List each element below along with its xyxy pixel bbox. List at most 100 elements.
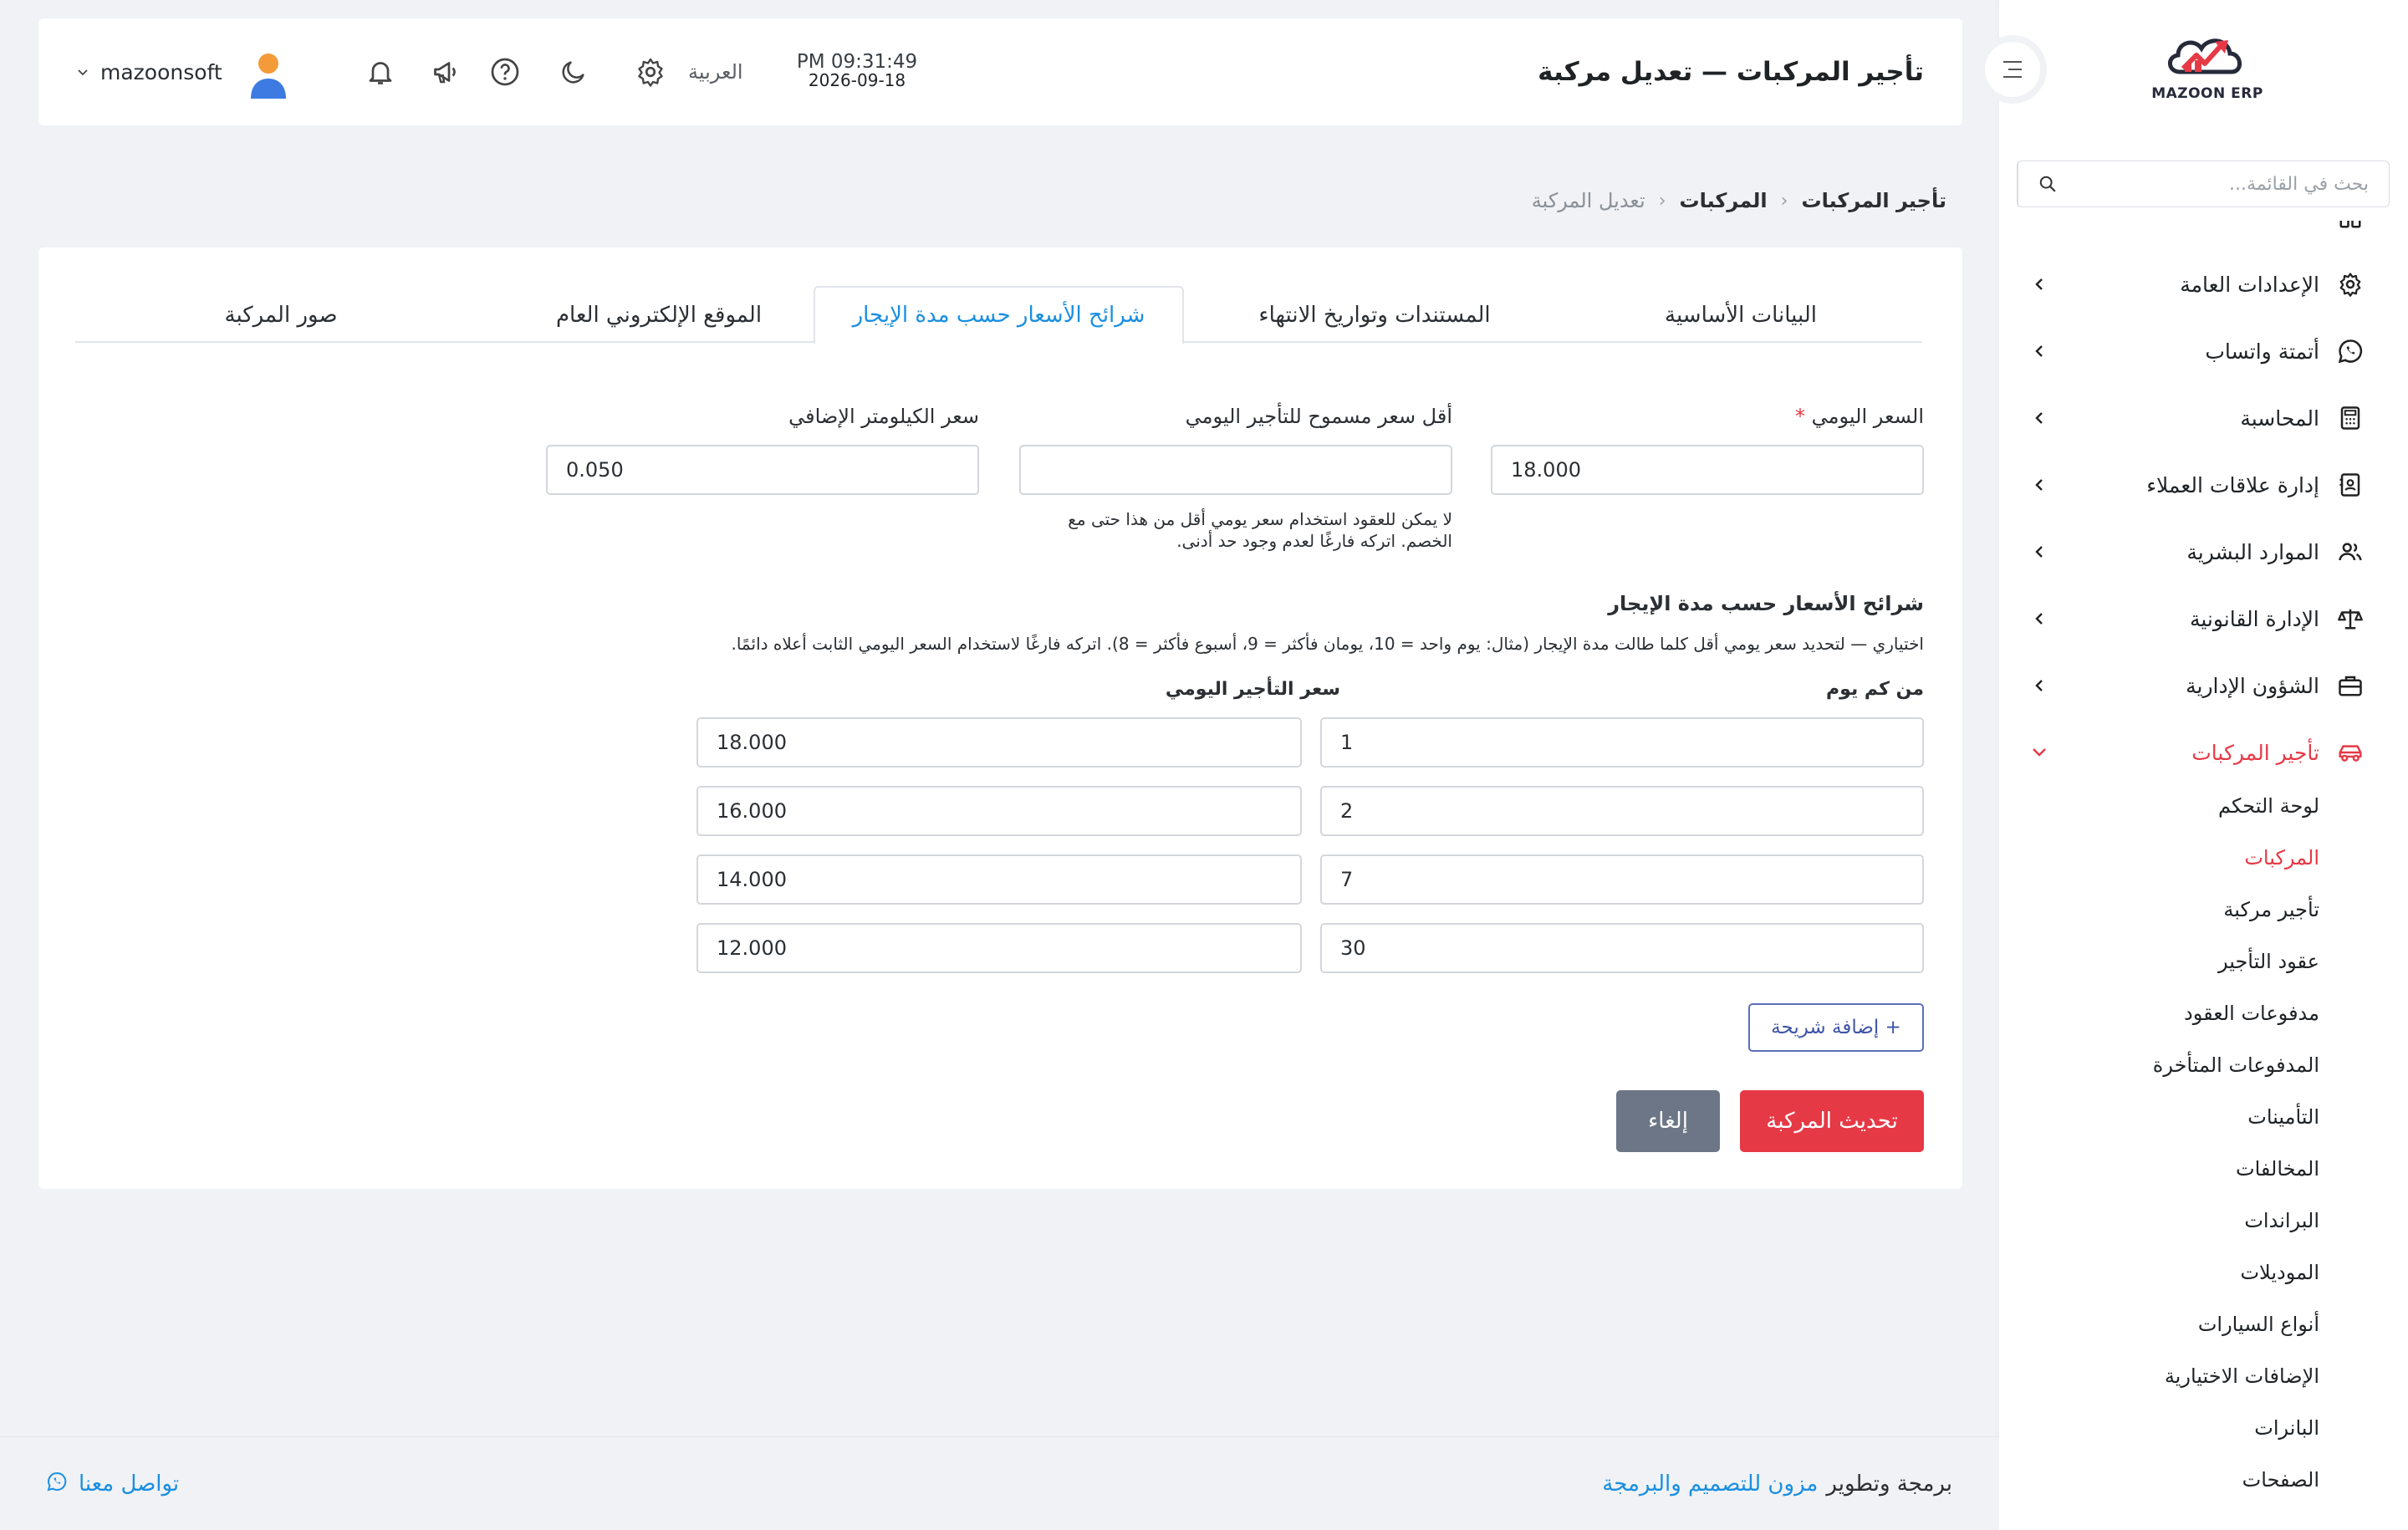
sidebar-item-label: الشؤون الإدارية [2186, 673, 2319, 698]
sidebar-menu: الإعدادات العامة أتمتة واتساب المحاسبة إ… [1999, 221, 2408, 1513]
bell-icon[interactable] [362, 54, 399, 90]
calculator-icon [2336, 404, 2365, 432]
sidebar-item-hr[interactable]: الموارد البشرية [2030, 532, 2365, 572]
tab-bar: البيانات الأساسية المستندات وتواريخ الان… [75, 286, 1922, 344]
sidebar: MAZOON ERP الإعدادات العامة [1978, 0, 2408, 1530]
min-daily-price-hint: لا يمكن للعقود استخدام سعر يومي أقل من ه… [1068, 508, 1452, 552]
submenu-item-banners[interactable]: البانرات [2254, 1416, 2319, 1450]
chevron-left-icon [2030, 609, 2048, 628]
tier-from-days-input[interactable] [1320, 717, 1924, 768]
tier-rate-input[interactable] [696, 717, 1302, 768]
submenu-item-brands[interactable]: البراندات [2244, 1209, 2319, 1242]
sidebar-item-label: الإعدادات العامة [2180, 272, 2319, 297]
chevron-down-icon [2030, 743, 2048, 762]
col-header-from-days: من كم يوم [1826, 679, 1924, 700]
submenu-item-optional-addons[interactable]: الإضافات الاختيارية [2165, 1364, 2319, 1398]
sidebar-item-whatsapp[interactable]: أتمتة واتساب [2030, 331, 2365, 371]
submenu-item-vehicles[interactable]: المركبات [2244, 846, 2319, 880]
language-switcher[interactable]: العربية [688, 18, 743, 125]
breadcrumb-current: تعديل المركبة [1531, 189, 1645, 212]
sidebar-item-home[interactable] [2030, 221, 2365, 237]
submenu-item-models[interactable]: الموديلات [2240, 1261, 2319, 1294]
grid-icon [2336, 221, 2365, 232]
cancel-button[interactable]: إلغاء [1616, 1090, 1720, 1152]
min-daily-price-label: أقل سعر مسموح للتأجير اليومي [1185, 405, 1452, 428]
chevron-left-icon [2030, 409, 2048, 427]
price-tiers-description: اختياري — لتحديد سعر يومي أقل كلما طالت … [731, 634, 1924, 654]
tier-from-days-input[interactable] [1320, 923, 1924, 973]
moon-icon[interactable] [555, 54, 592, 90]
top-header: تأجير المركبات — تعديل مركبة PM 09:31:49… [38, 18, 1962, 125]
contact-us-label: تواصل معنا [79, 1471, 180, 1497]
tab-public-website[interactable]: الموقع الإلكتروني العام [504, 286, 814, 344]
sidebar-item-admin[interactable]: الشؤون الإدارية [2030, 666, 2365, 706]
sidebar-item-label: المحاسبة [2240, 405, 2319, 431]
required-mark: * [1795, 405, 1806, 428]
sidebar-search-input[interactable] [2076, 161, 2389, 207]
min-daily-price-input[interactable] [1019, 445, 1452, 495]
sidebar-item-crm[interactable]: إدارة علاقات العملاء [2030, 465, 2365, 505]
submenu-item-rent-vehicle[interactable]: تأجير مركبة [2223, 898, 2319, 931]
gear-icon [2336, 270, 2365, 298]
tier-rate-input[interactable] [696, 854, 1302, 905]
daily-price-input[interactable] [1491, 445, 1924, 495]
hint-line: الخصم. اتركه فارغًا لعدم وجود حد أدنى. [1176, 531, 1452, 551]
contact-us-link[interactable]: تواصل معنا [47, 1437, 179, 1530]
chevron-left-icon [2030, 476, 2048, 494]
whatsapp-icon [47, 1471, 67, 1497]
users-icon [2336, 538, 2365, 566]
daily-price-label-text: السعر اليومي [1811, 405, 1924, 428]
extra-km-price-label: سعر الكيلومتر الإضافي [788, 405, 979, 428]
submenu-item-car-types[interactable]: أنواع السيارات [2198, 1313, 2319, 1346]
tab-documents-expiry[interactable]: المستندات وتواريخ الانتهاء [1220, 286, 1529, 344]
hint-line: لا يمكن للعقود استخدام سعر يومي أقل من ه… [1068, 509, 1452, 529]
sidebar-item-general-settings[interactable]: الإعدادات العامة [2030, 264, 2365, 304]
tab-vehicle-photos[interactable]: صور المركبة [145, 286, 417, 344]
daily-price-label: السعر اليومي * [1795, 405, 1924, 428]
breadcrumb-root[interactable]: تأجير المركبات [1801, 189, 1946, 212]
page-title: تأجير المركبات — تعديل مركبة [1538, 57, 1924, 87]
extra-km-price-input[interactable] [546, 445, 979, 495]
menu-toggle-icon [2003, 61, 2022, 78]
submenu-item-overdue-payments[interactable]: المدفوعات المتأخرة [2153, 1053, 2319, 1087]
submenu-item-violations[interactable]: المخالفات [2236, 1157, 2319, 1191]
app-logo[interactable]: MAZOON ERP [2149, 30, 2266, 114]
sidebar-toggle-button[interactable] [1978, 35, 2047, 104]
tier-from-days-input[interactable] [1320, 854, 1924, 905]
search-icon[interactable] [2018, 161, 2076, 207]
tab-basic-data[interactable]: البيانات الأساسية [1559, 286, 1922, 344]
tier-rate-input[interactable] [696, 923, 1302, 973]
add-tier-button[interactable]: + إضافة شريحة [1748, 1003, 1924, 1052]
footer-credit: برمجة وتطوير مزون للتصميم والبرمجة [1602, 1437, 1952, 1530]
submenu-item-rental-contracts[interactable]: عقود التأجير [2218, 950, 2319, 983]
breadcrumb-parent[interactable]: المركبات [1680, 189, 1768, 212]
sidebar-item-legal[interactable]: الإدارة القانونية [2030, 599, 2365, 639]
clock-time: PM 09:31:49 [796, 51, 918, 73]
megaphone-icon[interactable] [428, 54, 465, 90]
tier-from-days-input[interactable] [1320, 786, 1924, 836]
avatar[interactable] [247, 52, 289, 99]
sidebar-item-label: أتمتة واتساب [2205, 339, 2319, 364]
submenu-item-insurances[interactable]: التأمينات [2247, 1105, 2319, 1139]
whatsapp-icon [2336, 337, 2365, 365]
submenu-item-contract-payments[interactable]: مدفوعات العقود [2184, 1002, 2319, 1035]
breadcrumb: تأجير المركبات ‹ المركبات ‹ تعديل المركب… [1532, 189, 1946, 212]
help-icon[interactable] [487, 54, 523, 90]
clock-date: 2026-09-18 [808, 70, 906, 91]
submenu-item-pages[interactable]: الصفحات [2242, 1468, 2319, 1502]
tab-price-tiers[interactable]: شرائح الأسعار حسب مدة الإيجار [814, 286, 1184, 344]
update-vehicle-button[interactable]: تحديث المركبة [1740, 1090, 1924, 1152]
user-menu[interactable]: mazoonsoft [77, 18, 222, 125]
sidebar-item-label: إدارة علاقات العملاء [2146, 472, 2319, 497]
sidebar-item-vehicle-rental[interactable]: تأجير المركبات [2030, 732, 2365, 773]
chevron-down-icon [77, 64, 89, 80]
sidebar-item-accounting[interactable]: المحاسبة [2030, 398, 2365, 438]
scales-icon [2336, 604, 2365, 633]
tier-rate-input[interactable] [696, 786, 1302, 836]
credit-link[interactable]: مزون للتصميم والبرمجة [1602, 1471, 1818, 1497]
gear-icon[interactable] [632, 54, 669, 90]
price-tiers-title: شرائح الأسعار حسب مدة الإيجار [1608, 592, 1924, 615]
submenu-item-dashboard[interactable]: لوحة التحكم [2218, 794, 2319, 828]
vehicle-edit-card: البيانات الأساسية المستندات وتواريخ الان… [38, 247, 1962, 1189]
chevron-left-icon [2030, 676, 2048, 695]
